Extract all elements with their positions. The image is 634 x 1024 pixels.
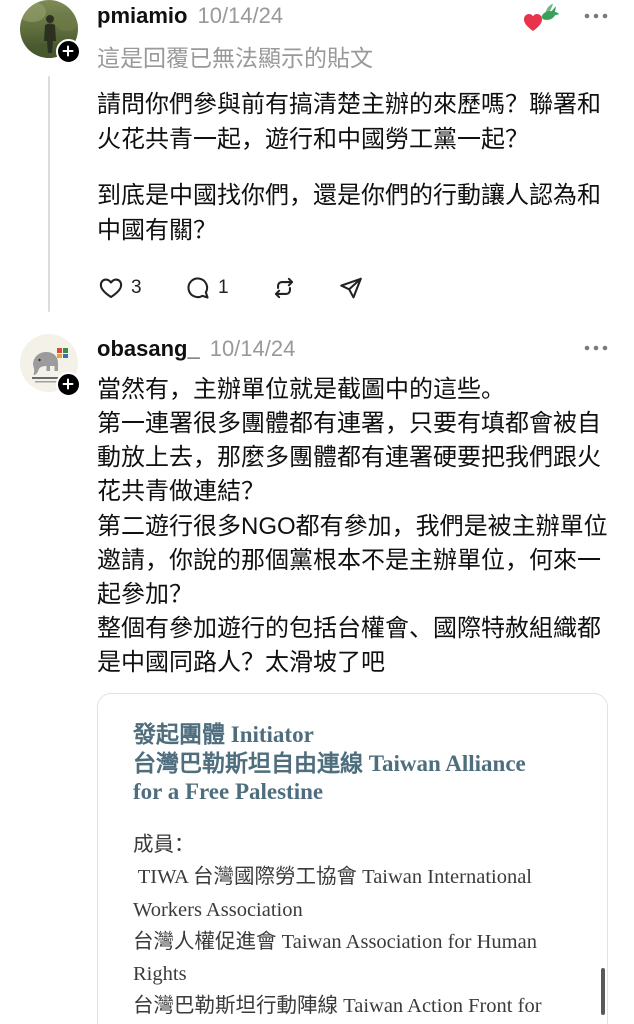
username[interactable]: pmiamio [97, 3, 187, 28]
post-text: 當然有，主辦單位就是截圖中的這些。 第一連署很多團體都有連署，只要有填都會被自 … [97, 373, 627, 680]
post-paragraph: 到底是中國找你們，還是你們的行動讓人認為和 中國有關？ [97, 178, 627, 248]
attachment-text-line: Workers Association [133, 898, 303, 921]
thread-connector-line [48, 76, 50, 312]
follow-button[interactable] [55, 38, 81, 64]
timestamp: 10/14/24 [209, 336, 296, 361]
attached-image-card[interactable]: 發起團體 Initiator 台灣巴勒斯坦自由連線 Taiwan Allianc… [97, 693, 608, 1024]
text-line: 中國有關？ [97, 216, 217, 244]
username[interactable]: obasang_ [97, 336, 200, 361]
more-options-icon[interactable] [582, 343, 610, 353]
scrollbar-thumb[interactable] [601, 968, 605, 1015]
attachment-title-line: for a Free Palestine [133, 779, 324, 804]
post-paragraph: 請問你們參與前有搞清楚主辦的來歷嗎？聯署和 火花共青一起，遊行和中國勞工黨一起？ [97, 87, 627, 157]
thread-view: pmiamio 10/14/24 這是回覆已無法顯示的貼文 請問你們參與前有搞清楚… [0, 0, 634, 1024]
text-line: 邀請，你說的那個黨根本不是主辦單位，何來一 [97, 546, 601, 574]
more-options-icon[interactable] [582, 11, 610, 21]
text-line: 當然有，主辦單位就是截圖中的這些。 [97, 376, 505, 403]
post-header: obasang_ 10/14/24 [97, 334, 295, 364]
attachment-title-line: 台灣巴勒斯坦自由連線 Taiwan Alliance [133, 750, 526, 776]
text-line: 第二遊行很多NGO都有參加，我們是被主辦單位 [97, 512, 608, 540]
text-line: 花共青做連結？ [97, 478, 265, 506]
text-line: 第一連署很多團體都有連署，只要有填都會被自 [97, 410, 601, 438]
attachment-heading: 發起團體 Initiator 台灣巴勒斯坦自由連線 Taiwan Allianc… [133, 721, 526, 807]
text-line: 整個有參加遊行的包括台權會、國際特赦組織都 [97, 615, 601, 643]
heart-dove-icon [524, 3, 559, 31]
text-line: 是中國同路人？太滑坡了吧 [97, 649, 385, 677]
unavailable-post-notice: 這是回覆已無法顯示的貼文 [97, 45, 373, 71]
timestamp: 10/14/24 [197, 3, 284, 28]
comment-icon[interactable] [185, 275, 211, 301]
attachment-text-line: TIWA 台灣國際勞工協會 Taiwan International [133, 866, 532, 889]
text-line: 火花共青一起，遊行和中國勞工黨一起？ [97, 126, 529, 153]
attachment-text-line: 成員： [133, 834, 195, 856]
plus-icon [62, 45, 74, 57]
share-icon[interactable] [338, 275, 364, 301]
text-line: 請問你們參與前有搞清楚主辦的來歷嗎？聯署和 [97, 91, 601, 118]
heart-shape [524, 14, 542, 31]
post-header: pmiamio 10/14/24 [97, 1, 283, 31]
plus-icon [62, 378, 74, 390]
attachment-text-line: 台灣巴勒斯坦行動陣線 Taiwan Action Front for [133, 995, 542, 1018]
repost-icon[interactable] [271, 275, 297, 301]
text-line: 動放上去，那麼多團體都有連署硬要把我們跟火 [97, 444, 601, 472]
attachment-text-line: Rights [133, 963, 187, 986]
attachment-title-line: 發起團體 Initiator [133, 722, 314, 747]
follow-button[interactable] [55, 371, 81, 397]
attachment-text-line: 台灣人權促進會 Taiwan Association for Human [133, 930, 537, 953]
heart-icon[interactable] [98, 275, 124, 301]
like-count[interactable]: 3 [131, 274, 142, 302]
text-line: 到底是中國找你們，還是你們的行動讓人認為和 [97, 181, 601, 209]
reply-count[interactable]: 1 [218, 274, 229, 302]
attachment-members-list: 成員： TIWA 台灣國際勞工協會 Taiwan International W… [133, 829, 542, 1023]
text-line: 起參加？ [97, 580, 193, 608]
